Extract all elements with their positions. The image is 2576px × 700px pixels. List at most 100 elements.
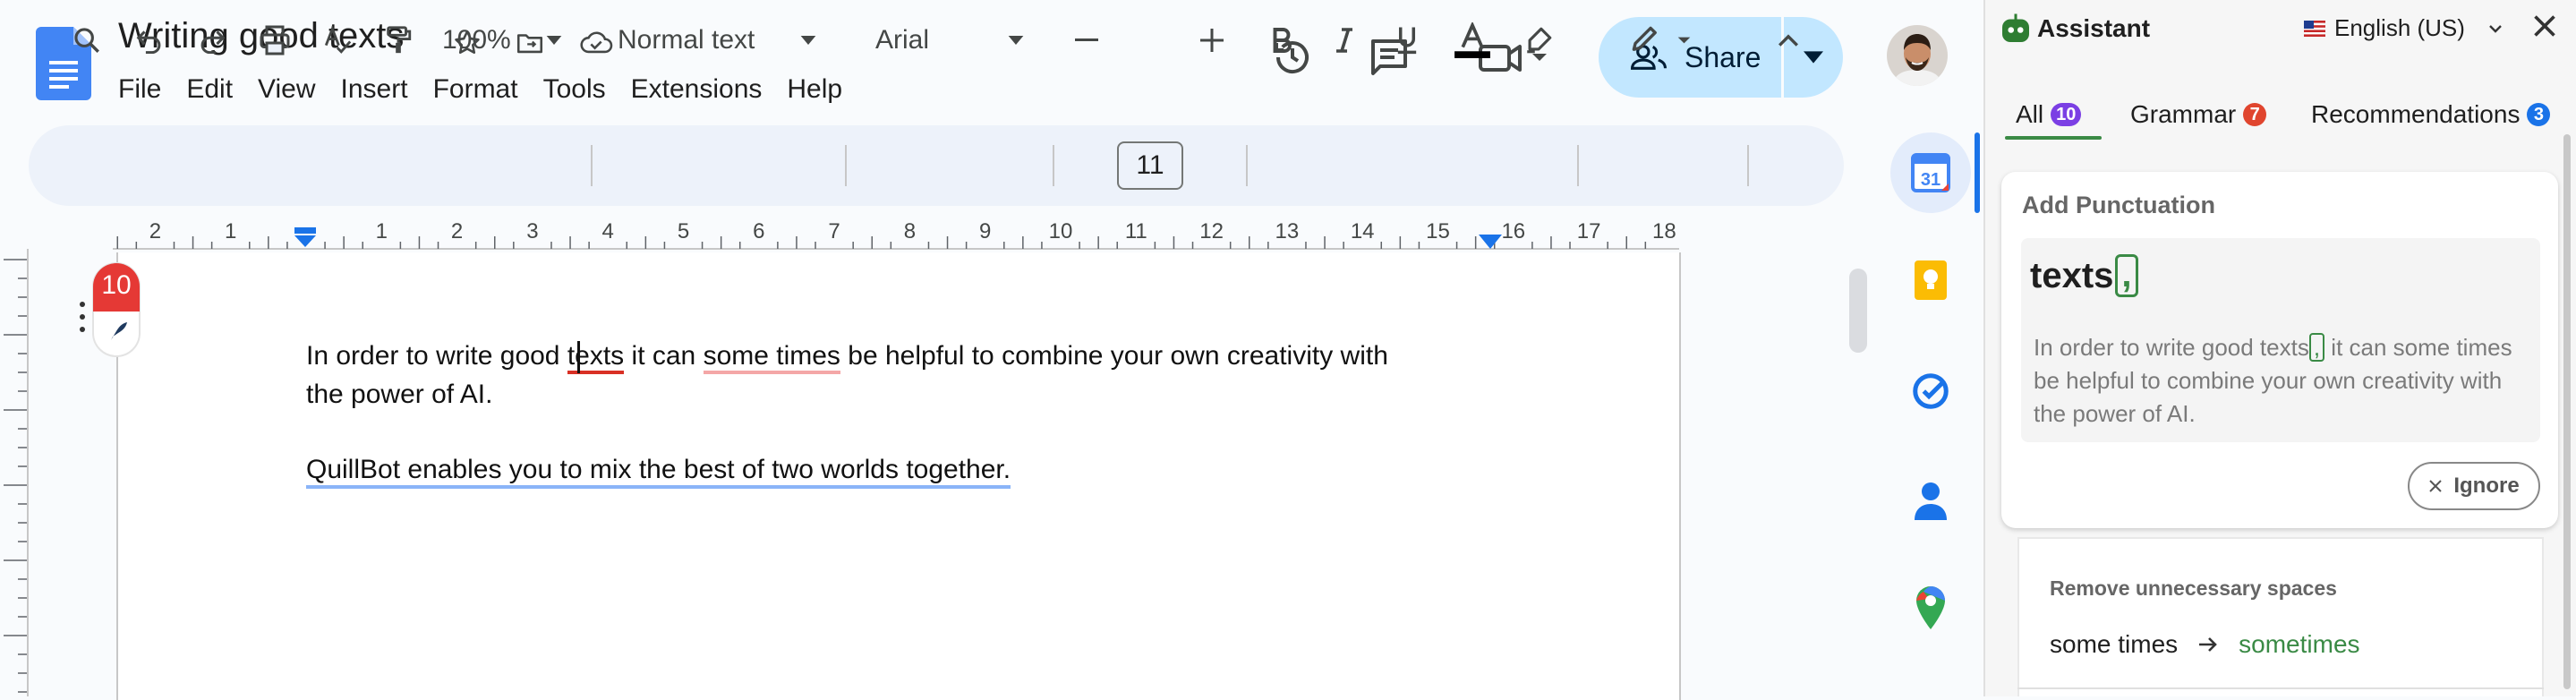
menu-tools[interactable]: Tools	[531, 72, 618, 107]
replacement-to: sometimes	[2239, 630, 2360, 658]
menu-format[interactable]: Format	[421, 72, 531, 107]
contacts-icon[interactable]	[1903, 473, 1958, 528]
suggestion-card-spaces[interactable]	[2017, 537, 2544, 696]
ruler-number: 5	[677, 219, 690, 243]
underline-icon[interactable]	[1389, 18, 1425, 63]
zoom-value: 100%	[442, 25, 511, 55]
decrease-font-size-icon[interactable]	[1070, 18, 1103, 63]
print-icon[interactable]	[252, 18, 297, 63]
italic-icon[interactable]	[1326, 18, 1362, 63]
ruler-number: 1	[225, 219, 237, 243]
vertical-ruler[interactable]	[0, 249, 29, 696]
tab-all-count: 10	[2051, 103, 2082, 126]
active-tab-underline	[2005, 136, 2102, 140]
spacing-error-some-times[interactable]: some times	[703, 341, 840, 374]
language-select[interactable]: English (US)	[2304, 14, 2503, 42]
highlight-color-icon[interactable]	[1516, 18, 1561, 63]
right-indent-marker[interactable]	[1479, 235, 1502, 251]
editing-mode-icon[interactable]	[1625, 18, 1697, 63]
redo-icon[interactable]	[190, 18, 235, 63]
ruler-number: 9	[979, 219, 992, 243]
badge-count: 10	[101, 270, 132, 300]
suggestion-title: Add Punctuation	[2022, 192, 2215, 218]
svg-text:31: 31	[1921, 170, 1941, 190]
rail-active-indicator	[1975, 132, 1980, 213]
document-scrollbar[interactable]	[1849, 269, 1867, 353]
menu-file[interactable]: File	[106, 72, 174, 107]
paragraph-1-line-1[interactable]: In order to write good texts it can some…	[306, 341, 1388, 374]
font-dropdown-icon[interactable]	[1002, 18, 1029, 63]
font-family-select[interactable]: Arial	[875, 18, 929, 63]
collapse-toolbar-icon[interactable]	[1770, 18, 1806, 63]
toolbar-divider	[591, 145, 593, 186]
text-run: it can	[624, 341, 704, 371]
paragraph-style-select[interactable]: Normal text	[618, 18, 755, 63]
ruler-number: 7	[828, 219, 840, 243]
calendar-icon[interactable]: 31	[1903, 145, 1958, 201]
caret-down-icon	[1804, 51, 1823, 64]
replacement-from: some times	[2050, 630, 2179, 658]
cloud-saved-icon[interactable]	[576, 23, 616, 63]
keep-icon[interactable]	[1903, 252, 1958, 308]
ignore-button[interactable]: Ignore	[2408, 462, 2540, 510]
toolbar-divider	[1053, 145, 1054, 186]
zoom-select[interactable]: 100%	[442, 18, 511, 63]
ruler-number: 16	[1501, 219, 1526, 243]
font-size-input[interactable]: 11	[1117, 141, 1183, 190]
suggestion-context: In order to write good texts, it can som…	[2034, 331, 2535, 431]
drag-handle-icon[interactable]	[79, 299, 91, 335]
paragraph-2[interactable]: QuillBot enables you to mix the best of …	[306, 455, 1011, 489]
menu-view[interactable]: View	[245, 72, 328, 107]
close-icon[interactable]	[2531, 13, 2558, 39]
ruler-number: 6	[753, 219, 765, 243]
search-menus-icon[interactable]	[64, 18, 109, 63]
ruler-number: 3	[526, 219, 539, 243]
avatar[interactable]	[1887, 25, 1948, 86]
menu-edit[interactable]: Edit	[174, 72, 245, 107]
us-flag-icon	[2304, 20, 2325, 37]
ruler-number: 18	[1652, 219, 1676, 243]
ruler-number: 2	[450, 219, 464, 243]
ruler-number: 4	[601, 219, 614, 243]
menu-help[interactable]: Help	[774, 72, 855, 107]
tab-grammar-label: Grammar	[2130, 100, 2237, 128]
language-label: English (US)	[2334, 14, 2465, 41]
ruler-labels: 2 1 1 2 3 4 5 6 7 8 9 10 11 12 13 14 15 16 17 18	[113, 215, 1679, 251]
paint-format-icon[interactable]	[376, 18, 421, 63]
error-word: texts	[567, 341, 625, 371]
toolbar-divider	[845, 145, 847, 186]
tab-all[interactable]: All 10	[2016, 100, 2082, 129]
ruler-number: 2	[149, 219, 162, 243]
tab-grammar-count: 7	[2243, 103, 2267, 126]
panel-scrollbar[interactable]	[2563, 134, 2571, 689]
ruler-number: 15	[1426, 219, 1450, 243]
spellcheck-icon[interactable]	[315, 18, 360, 63]
tasks-icon[interactable]	[1903, 363, 1958, 419]
toolbar-divider	[1577, 145, 1579, 186]
suggestion-replacement[interactable]: some times sometimes	[2050, 630, 2360, 659]
zoom-dropdown-icon[interactable]	[541, 18, 567, 63]
suggestion-word[interactable]: texts,	[2030, 254, 2138, 297]
paragraph-1-line-2[interactable]: the power of AI.	[306, 380, 492, 410]
text-cursor	[576, 341, 580, 373]
menu-insert[interactable]: Insert	[328, 72, 421, 107]
tab-recommendations-label: Recommendations	[2311, 100, 2521, 128]
suggestion-insert[interactable]: ,	[2115, 254, 2138, 297]
style-dropdown-icon[interactable]	[795, 18, 822, 63]
assistant-bot-icon	[2000, 13, 2032, 45]
maps-icon[interactable]	[1903, 580, 1958, 636]
menu-extensions[interactable]: Extensions	[618, 72, 775, 107]
toolbar-divider	[1747, 145, 1749, 186]
increase-font-size-icon[interactable]	[1196, 18, 1228, 63]
bold-icon[interactable]	[1264, 18, 1300, 63]
undo-icon[interactable]	[127, 18, 172, 63]
tab-recommendations[interactable]: Recommendations 3	[2311, 100, 2551, 129]
ruler-number: 8	[903, 219, 917, 243]
spelling-error-texts[interactable]: texts	[567, 341, 625, 374]
ruler-number: 11	[1124, 219, 1147, 243]
left-indent-marker[interactable]	[292, 227, 319, 249]
ruler-number: 1	[375, 219, 388, 243]
tab-grammar[interactable]: Grammar 7	[2130, 100, 2267, 129]
paragraph-style-value: Normal text	[618, 25, 755, 55]
text-color-icon[interactable]	[1450, 18, 1495, 63]
